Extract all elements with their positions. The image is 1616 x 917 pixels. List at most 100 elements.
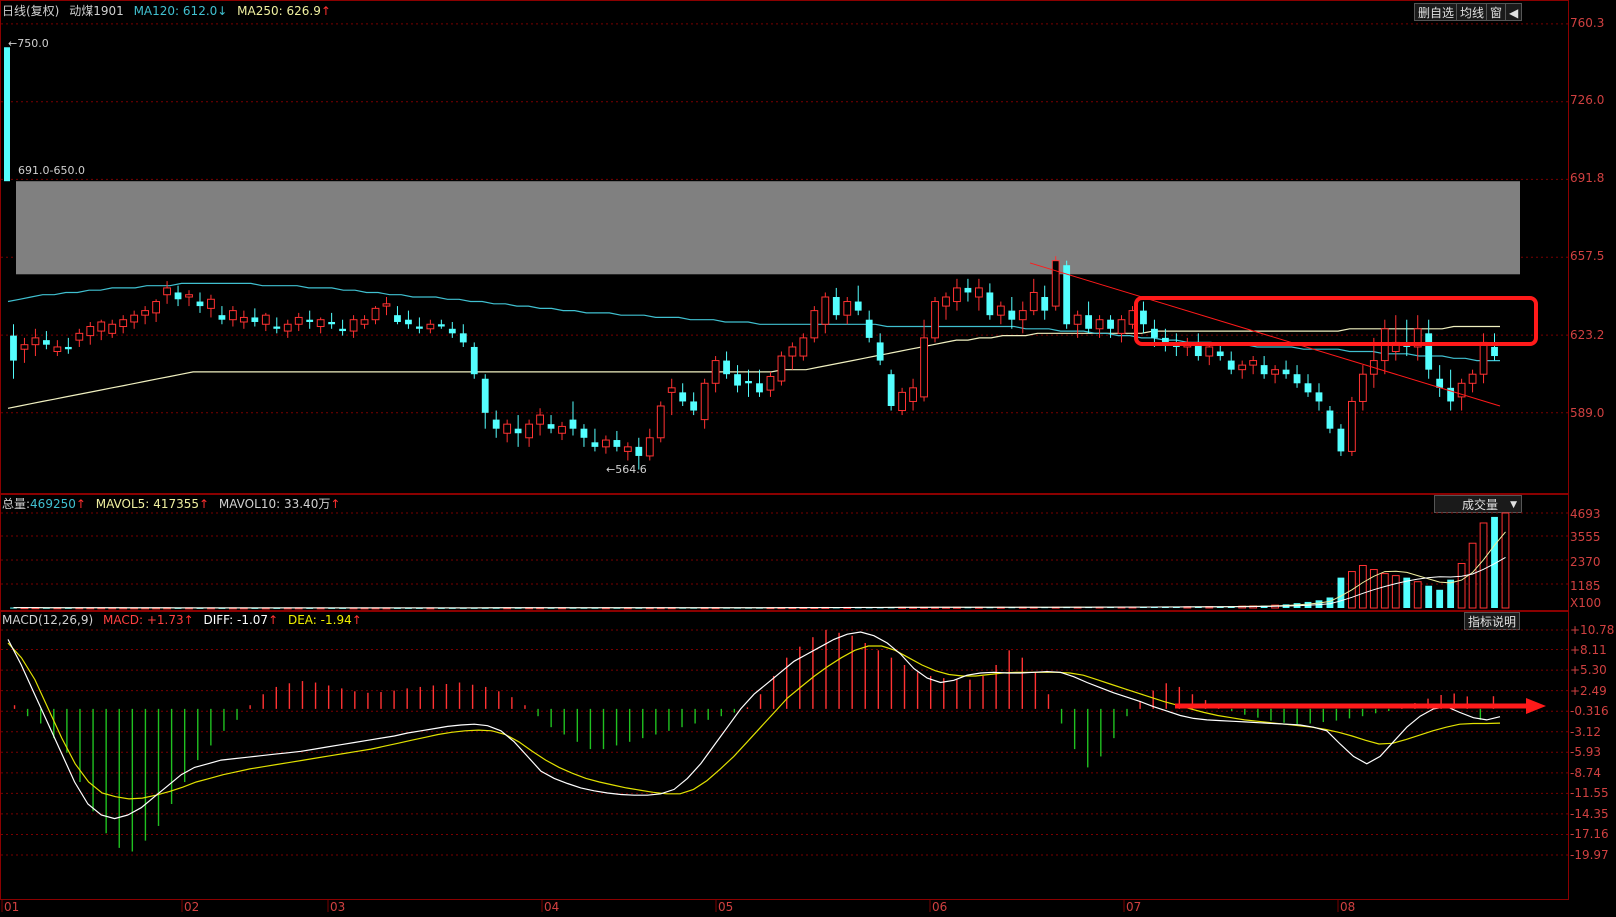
candle <box>448 328 456 334</box>
volume-bar <box>1403 577 1411 608</box>
candle <box>953 287 961 303</box>
candle <box>1293 374 1301 384</box>
volume-bar <box>1337 577 1345 608</box>
candle <box>470 346 478 375</box>
candle <box>163 287 171 296</box>
candle <box>1018 310 1027 321</box>
candle <box>328 321 336 325</box>
candle <box>294 316 303 325</box>
candle <box>1425 333 1433 370</box>
candle <box>207 298 215 309</box>
candle <box>306 319 314 322</box>
candle <box>141 310 150 316</box>
candle <box>1326 410 1334 429</box>
candle <box>415 326 423 329</box>
candle <box>108 323 117 334</box>
volume-bar <box>1457 562 1466 609</box>
candle <box>656 405 665 439</box>
mavol10-line <box>13 556 1506 609</box>
candle <box>942 296 950 307</box>
price-zone-band <box>16 181 1520 275</box>
candle <box>1249 360 1258 366</box>
candle <box>1205 346 1214 357</box>
candle <box>196 301 204 307</box>
diff-line <box>7 631 1501 820</box>
candle <box>580 428 588 438</box>
candle <box>481 378 489 413</box>
candle <box>503 423 512 434</box>
candle <box>1315 392 1323 402</box>
candle <box>75 332 84 341</box>
candle <box>1271 369 1280 375</box>
candle <box>1117 319 1126 334</box>
candle <box>349 319 358 332</box>
mavol5-line <box>13 531 1506 609</box>
chart-canvas: ←750.0 691.0-650.0 ←564.6 <box>1 23 1568 912</box>
candle <box>1304 383 1312 393</box>
candle <box>283 323 292 332</box>
candle <box>185 294 193 298</box>
candle <box>405 319 412 325</box>
candle <box>1337 428 1345 452</box>
candle <box>174 292 182 300</box>
volume-bar <box>1436 589 1444 608</box>
candle <box>20 344 29 350</box>
candle <box>799 337 808 357</box>
candle <box>601 439 610 448</box>
candle <box>1491 346 1498 357</box>
candle <box>711 360 720 384</box>
volume-bar <box>1425 585 1433 608</box>
highlight-box <box>1134 296 1538 346</box>
candle <box>261 314 270 325</box>
candle <box>974 287 983 298</box>
candle <box>756 383 763 393</box>
candle <box>1260 365 1268 375</box>
volume-bar <box>1358 564 1367 609</box>
candle <box>766 375 775 391</box>
candle <box>1347 400 1356 452</box>
candle <box>854 301 862 311</box>
candle <box>667 387 676 393</box>
candle <box>1227 360 1235 370</box>
candle <box>591 442 599 447</box>
dea-line <box>7 642 1501 800</box>
candle <box>1282 369 1290 375</box>
volume-bar <box>1501 512 1510 609</box>
volume-bar <box>1447 579 1455 608</box>
volume-bar <box>1468 542 1477 609</box>
candle <box>1095 319 1104 330</box>
candle <box>700 382 709 421</box>
candle <box>996 305 1005 316</box>
candle <box>492 419 500 429</box>
candle <box>1051 260 1060 307</box>
candle <box>920 337 928 398</box>
candle <box>679 392 687 402</box>
candle <box>360 319 369 325</box>
candle <box>382 303 391 307</box>
candle <box>1041 297 1049 311</box>
candle <box>623 446 632 452</box>
candle <box>239 316 248 323</box>
candle <box>1029 291 1038 312</box>
candle <box>569 419 577 429</box>
candle <box>514 428 522 434</box>
candle <box>53 346 62 352</box>
candle <box>777 355 786 382</box>
candle <box>865 319 873 338</box>
candle <box>525 423 534 439</box>
volume-bar <box>1380 573 1389 609</box>
volume-bar <box>1413 581 1422 609</box>
candle <box>4 47 10 182</box>
candle <box>1107 319 1114 329</box>
candle <box>832 297 840 316</box>
low-price-label: ←564.6 <box>606 463 647 476</box>
candle <box>536 414 544 425</box>
candle <box>635 446 643 456</box>
candle <box>437 324 445 327</box>
candle <box>1151 328 1158 338</box>
candle <box>1073 314 1082 325</box>
ma250-line <box>7 282 1500 362</box>
candle <box>788 346 797 357</box>
candle <box>1140 310 1147 325</box>
candle <box>964 287 972 293</box>
